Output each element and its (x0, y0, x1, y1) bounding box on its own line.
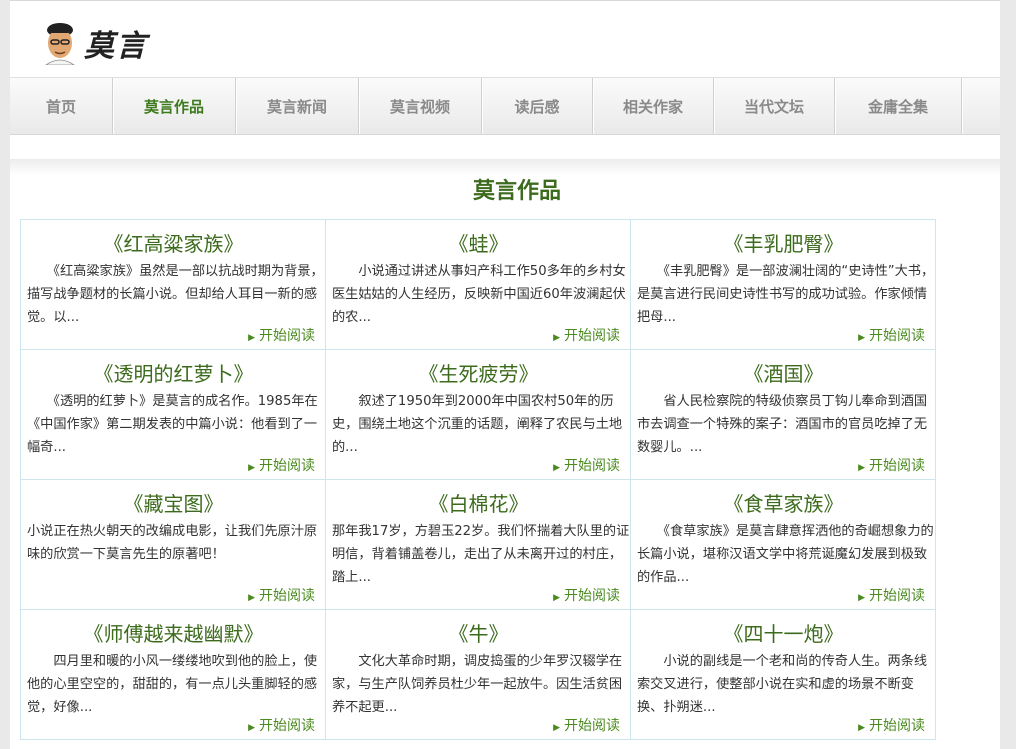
work-card: 《丰乳肥臀》 《丰乳肥臀》是一部波澜壮阔的“史诗性”大书，是莫言进行民间史诗性书… (631, 220, 936, 350)
work-card: 《食草家族》 《食草家族》是莫言肆意挥洒他的奇崛想象力的长篇小说，堪称汉语文学中… (631, 480, 936, 610)
start-reading-label: 开始阅读 (259, 718, 315, 734)
start-reading-label: 开始阅读 (869, 718, 925, 734)
section-title: 莫言作品 (472, 179, 561, 204)
work-title[interactable]: 《牛》 (326, 618, 630, 647)
logo-text: 莫言 (84, 29, 148, 64)
work-card: 《师傅越来越幽默》 四月里和暖的小风一缕缕地吹到他的脸上，使他的心里空空的，甜甜… (21, 610, 326, 740)
start-reading-label: 开始阅读 (259, 328, 315, 344)
arrow-right-icon: ▶ (858, 723, 865, 733)
start-reading-link[interactable]: ▶ 开始阅读 (858, 585, 925, 605)
start-reading-link[interactable]: ▶ 开始阅读 (248, 715, 315, 735)
work-description: 《丰乳肥臀》是一部波澜壮阔的“史诗性”大书，是莫言进行民间史诗性书写的成功试验。… (637, 264, 935, 325)
work-title[interactable]: 《食草家族》 (631, 488, 935, 517)
arrow-right-icon: ▶ (858, 463, 865, 473)
work-title[interactable]: 《红高粱家族》 (21, 228, 325, 257)
arrow-right-icon: ▶ (248, 723, 255, 733)
work-title[interactable]: 《透明的红萝卜》 (21, 358, 325, 387)
arrow-right-icon: ▶ (248, 333, 255, 343)
arrow-right-icon: ▶ (858, 333, 865, 343)
start-reading-link[interactable]: ▶ 开始阅读 (858, 455, 925, 475)
work-card: 《生死疲劳》 叙述了1950年到2000年中国农村50年的历史，围绕土地这个沉重… (326, 350, 631, 480)
work-description: 小说的副线是一个老和尚的传奇人生。两条线索交叉进行，使整部小说在实和虚的场景不断… (637, 654, 928, 715)
work-card: 《白棉花》 那年我17岁，方碧玉22岁。我们怀揣着大队里的证明信，背着铺盖卷儿，… (326, 480, 631, 610)
start-reading-link[interactable]: ▶ 开始阅读 (248, 585, 315, 605)
main-nav: 首页 莫言作品 莫言新闻 莫言视频 读后感 相关作家 当代文坛 金庸全集 (10, 77, 1000, 135)
work-title[interactable]: 《四十一炮》 (631, 618, 935, 647)
work-title[interactable]: 《白棉花》 (326, 488, 630, 517)
work-card: 《红高粱家族》 《红高粱家族》虽然是一部以抗战时期为背景，描写战争题材的长篇小说… (21, 220, 326, 350)
start-reading-label: 开始阅读 (869, 458, 925, 474)
work-description: 那年我17岁，方碧玉22岁。我们怀揣着大队里的证明信，背着铺盖卷儿，走出了从未离… (332, 524, 630, 585)
nav-item-videos[interactable]: 莫言视频 (359, 78, 482, 134)
start-reading-label: 开始阅读 (564, 588, 620, 604)
work-description: 《红高粱家族》虽然是一部以抗战时期为背景，描写战争题材的长篇小说。但却给人耳目一… (27, 264, 324, 325)
arrow-right-icon: ▶ (553, 723, 560, 733)
work-description: 文化大革命时期，调皮捣蛋的少年罗汉辍学在家，与生产队饲养员杜少年一起放牛。因生活… (332, 654, 623, 715)
work-description: 叙述了1950年到2000年中国农村50年的历史，围绕土地这个沉重的话题，阐释了… (332, 394, 623, 455)
arrow-right-icon: ▶ (553, 593, 560, 603)
work-card: 《蛙》 小说通过讲述从事妇产科工作50多年的乡村女医生姑姑的人生经历，反映新中国… (326, 220, 631, 350)
work-description: 小说通过讲述从事妇产科工作50多年的乡村女医生姑姑的人生经历，反映新中国近60年… (332, 264, 626, 325)
start-reading-label: 开始阅读 (259, 458, 315, 474)
work-title[interactable]: 《藏宝图》 (21, 488, 325, 517)
work-description: 《食草家族》是莫言肆意挥洒他的奇崛想象力的长篇小说，堪称汉语文学中将荒诞魔幻发展… (637, 524, 934, 585)
arrow-right-icon: ▶ (248, 593, 255, 603)
arrow-right-icon: ▶ (858, 593, 865, 603)
page: 莫言 首页 莫言作品 莫言新闻 莫言视频 读后感 相关作家 当代文坛 金庸全集 … (10, 0, 1000, 749)
work-card: 《四十一炮》 小说的副线是一个老和尚的传奇人生。两条线索交叉进行，使整部小说在实… (631, 610, 936, 740)
nav-item-reviews[interactable]: 读后感 (482, 78, 593, 134)
work-title[interactable]: 《蛙》 (326, 228, 630, 257)
start-reading-link[interactable]: ▶ 开始阅读 (553, 325, 620, 345)
work-description: 四月里和暖的小风一缕缕地吹到他的脸上，使他的心里空空的，甜甜的，有一点儿头重脚轻… (27, 654, 318, 715)
work-card: 《藏宝图》 小说正在热火朝天的改编成电影，让我们先原汁原味的欣赏一下莫言先生的原… (21, 480, 326, 610)
start-reading-link[interactable]: ▶ 开始阅读 (248, 325, 315, 345)
work-card: 《酒国》 省人民检察院的特级侦察员丁钩儿奉命到酒国市去调查一个特殊的案子：酒国市… (631, 350, 936, 480)
arrow-right-icon: ▶ (553, 463, 560, 473)
nav-item-news[interactable]: 莫言新闻 (236, 78, 359, 134)
moyan-portrait-icon (45, 23, 75, 65)
nav-item-contemporary[interactable]: 当代文坛 (714, 78, 835, 134)
start-reading-link[interactable]: ▶ 开始阅读 (858, 715, 925, 735)
work-title[interactable]: 《师傅越来越幽默》 (21, 618, 325, 647)
start-reading-link[interactable]: ▶ 开始阅读 (248, 455, 315, 475)
start-reading-label: 开始阅读 (869, 588, 925, 604)
arrow-right-icon: ▶ (248, 463, 255, 473)
work-title[interactable]: 《生死疲劳》 (326, 358, 630, 387)
nav-item-related-writers[interactable]: 相关作家 (593, 78, 714, 134)
arrow-right-icon: ▶ (553, 333, 560, 343)
start-reading-label: 开始阅读 (259, 588, 315, 604)
start-reading-link[interactable]: ▶ 开始阅读 (553, 715, 620, 735)
work-description: 小说正在热火朝天的改编成电影，让我们先原汁原味的欣赏一下莫言先生的原著吧！ (27, 524, 318, 562)
start-reading-label: 开始阅读 (564, 458, 620, 474)
works-grid: 《红高粱家族》 《红高粱家族》虽然是一部以抗战时期为背景，描写战争题材的长篇小说… (20, 219, 936, 740)
work-card: 《透明的红萝卜》 《透明的红萝卜》是莫言的成名作。1985年在《中国作家》第二期… (21, 350, 326, 480)
start-reading-link[interactable]: ▶ 开始阅读 (858, 325, 925, 345)
work-title[interactable]: 《酒国》 (631, 358, 935, 387)
nav-item-works[interactable]: 莫言作品 (113, 78, 236, 134)
work-description: 《透明的红萝卜》是莫言的成名作。1985年在《中国作家》第二期发表的中篇小说：他… (27, 394, 318, 455)
start-reading-label: 开始阅读 (564, 718, 620, 734)
start-reading-label: 开始阅读 (869, 328, 925, 344)
start-reading-link[interactable]: ▶ 开始阅读 (553, 455, 620, 475)
nav-item-home[interactable]: 首页 (10, 78, 113, 134)
work-title[interactable]: 《丰乳肥臀》 (631, 228, 935, 257)
work-card: 《牛》 文化大革命时期，调皮捣蛋的少年罗汉辍学在家，与生产队饲养员杜少年一起放牛… (326, 610, 631, 740)
nav-item-jinyong[interactable]: 金庸全集 (835, 78, 962, 134)
site-logo[interactable]: 莫言 (40, 19, 148, 67)
work-description: 省人民检察院的特级侦察员丁钩儿奉命到酒国市去调查一个特殊的案子：酒国市的官员吃掉… (637, 394, 928, 455)
start-reading-label: 开始阅读 (564, 328, 620, 344)
start-reading-link[interactable]: ▶ 开始阅读 (553, 585, 620, 605)
